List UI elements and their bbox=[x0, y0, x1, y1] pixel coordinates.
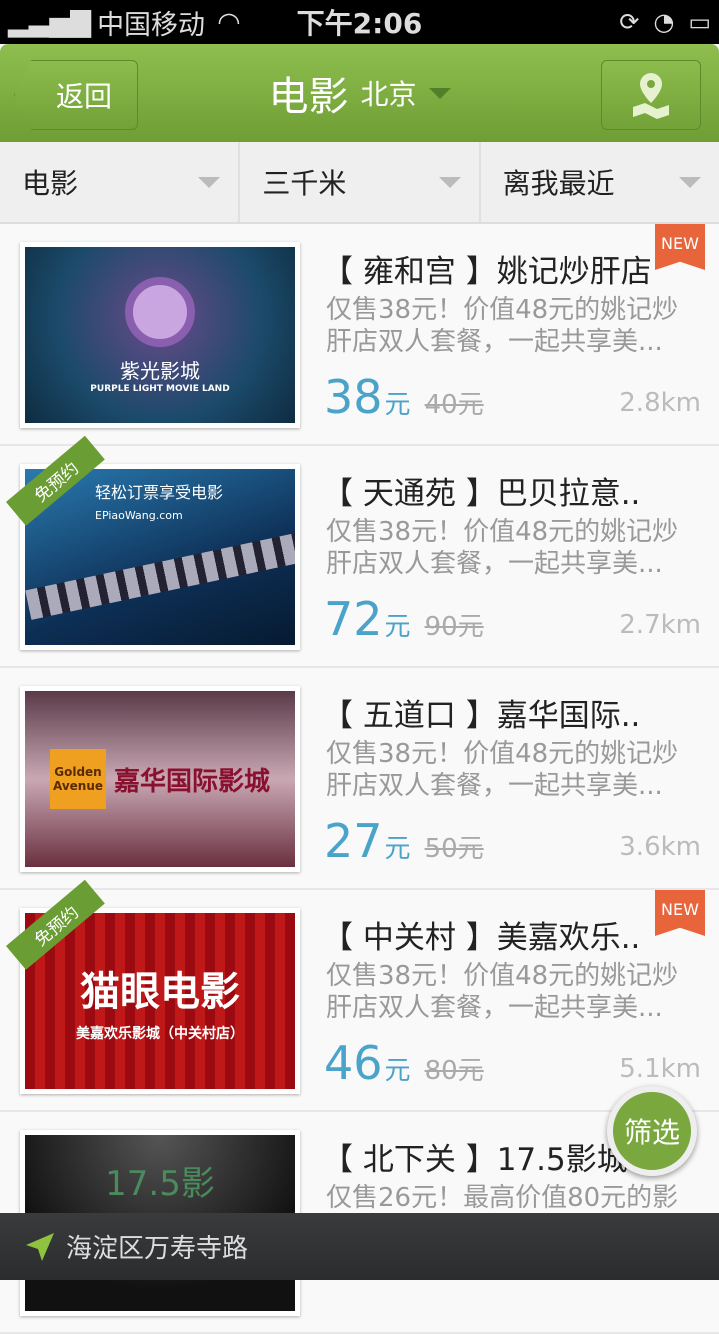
item-description: 仅售38元！价值48元的姚记炒肝店双人套餐，一起共享美... bbox=[326, 517, 679, 579]
price-unit: 元 bbox=[384, 390, 411, 420]
distance: 3.6km bbox=[619, 832, 701, 862]
new-badge: NEW bbox=[655, 224, 705, 270]
item-title: 【 雍和宫 】姚记炒肝店 bbox=[322, 254, 652, 290]
list-item[interactable]: 紫光影城 PURPLE LIGHT MOVIE LAND 【 雍和宫 】姚记炒肝… bbox=[0, 224, 719, 446]
logo-text: 紫光影城 bbox=[120, 358, 200, 383]
battery-icon: ▭ bbox=[688, 8, 711, 36]
chevron-down-icon bbox=[678, 176, 701, 188]
filter-distance[interactable]: 三千米 bbox=[240, 142, 481, 222]
original-price: 80元 bbox=[424, 1056, 484, 1086]
original-price: 50元 bbox=[424, 834, 484, 864]
deal-list: 紫光影城 PURPLE LIGHT MOVIE LAND 【 雍和宫 】姚记炒肝… bbox=[0, 224, 719, 1334]
current-location: 海淀区万寿寺路 bbox=[66, 1234, 249, 1264]
filter-label: 离我最近 bbox=[502, 167, 615, 200]
logo-subtext: PURPLE LIGHT MOVIE LAND bbox=[90, 383, 230, 394]
item-description: 仅售38元！价值48元的姚记炒肝店双人套餐，一起共享美... bbox=[326, 961, 679, 1023]
price: 38 bbox=[324, 370, 383, 424]
status-bar: ▂▃▅▇ 中国移动 ◠ 下午2:06 ⟳ ◔ ▭ bbox=[0, 0, 719, 44]
distance: 5.1km bbox=[619, 1054, 701, 1084]
filter-label: 三千米 bbox=[262, 167, 347, 200]
logo-text: 17.5影 bbox=[105, 1164, 215, 1204]
logo-text: 猫眼电影 bbox=[80, 969, 240, 1015]
chevron-down-icon bbox=[438, 176, 461, 188]
logo-subtext: Golden Avenue bbox=[49, 749, 106, 809]
item-title: 【 五道口 】嘉华国际.. bbox=[322, 698, 641, 734]
price: 27 bbox=[324, 814, 383, 868]
price: 72 bbox=[324, 592, 383, 646]
price-unit: 元 bbox=[384, 1056, 411, 1086]
map-pin-icon bbox=[633, 73, 669, 119]
item-description: 仅售38元！价值48元的姚记炒肝店双人套餐，一起共享美... bbox=[326, 295, 679, 357]
thumbnail: Golden Avenue 嘉华国际影城 bbox=[20, 686, 300, 872]
chevron-down-icon[interactable] bbox=[428, 87, 451, 99]
alarm-icon: ◔ bbox=[653, 8, 675, 36]
filter-label: 电影 bbox=[22, 167, 79, 200]
logo-subtext: 美嘉欢乐影城（中关村店） bbox=[76, 1026, 244, 1042]
item-description: 仅售38元！价值48元的姚记炒肝店双人套餐，一起共享美... bbox=[326, 739, 679, 801]
back-button[interactable]: 返回 bbox=[14, 60, 138, 130]
filter-sort[interactable]: 离我最近 bbox=[481, 142, 719, 222]
item-description: 仅售26元！最高价值80元的影 bbox=[326, 1183, 679, 1213]
list-item[interactable]: Golden Avenue 嘉华国际影城 【 五道口 】嘉华国际.. 仅售38元… bbox=[0, 668, 719, 890]
map-button[interactable] bbox=[601, 60, 701, 130]
filter-fab-button[interactable]: 筛选 bbox=[607, 1086, 697, 1176]
thumbnail: 紫光影城 PURPLE LIGHT MOVIE LAND bbox=[20, 242, 300, 428]
item-title: 【 天通苑 】巴贝拉意.. bbox=[322, 476, 641, 512]
logo-subtext: EPiaoWang.com bbox=[95, 509, 183, 522]
item-title: 【 北下关 】17.5影城 bbox=[322, 1142, 628, 1178]
filter-category[interactable]: 电影 bbox=[0, 142, 241, 222]
item-title: 【 中关村 】美嘉欢乐.. bbox=[322, 920, 641, 956]
location-bar[interactable]: 海淀区万寿寺路 bbox=[0, 1213, 719, 1280]
nav-bar: 返回 电影 北京 bbox=[0, 44, 719, 142]
location-arrow-icon bbox=[26, 1232, 54, 1261]
list-item[interactable]: 免预约 猫眼电影 美嘉欢乐影城（中关村店） 【 中关村 】美嘉欢乐.. 仅售38… bbox=[0, 879, 719, 1112]
logo-text: 嘉华国际影城 bbox=[113, 766, 270, 797]
logo-text: 轻松订票享受电影 bbox=[95, 483, 224, 502]
chevron-down-icon bbox=[198, 176, 221, 188]
distance: 2.8km bbox=[619, 388, 701, 418]
new-badge: NEW bbox=[655, 890, 705, 936]
original-price: 90元 bbox=[424, 612, 484, 642]
original-price: 40元 bbox=[424, 390, 484, 420]
price: 46 bbox=[324, 1036, 383, 1090]
price-unit: 元 bbox=[384, 834, 411, 864]
city-selector[interactable]: 北京 bbox=[360, 73, 416, 113]
rotation-lock-icon: ⟳ bbox=[619, 8, 640, 36]
list-item[interactable]: 免预约 轻松订票享受电影 EPiaoWang.com 【 天通苑 】巴贝拉意..… bbox=[0, 435, 719, 668]
filter-bar: 电影 三千米 离我最近 bbox=[0, 142, 719, 224]
page-title: 电影 bbox=[268, 74, 349, 120]
price-unit: 元 bbox=[384, 612, 411, 642]
clock: 下午2:06 bbox=[296, 7, 423, 40]
distance: 2.7km bbox=[619, 610, 701, 640]
